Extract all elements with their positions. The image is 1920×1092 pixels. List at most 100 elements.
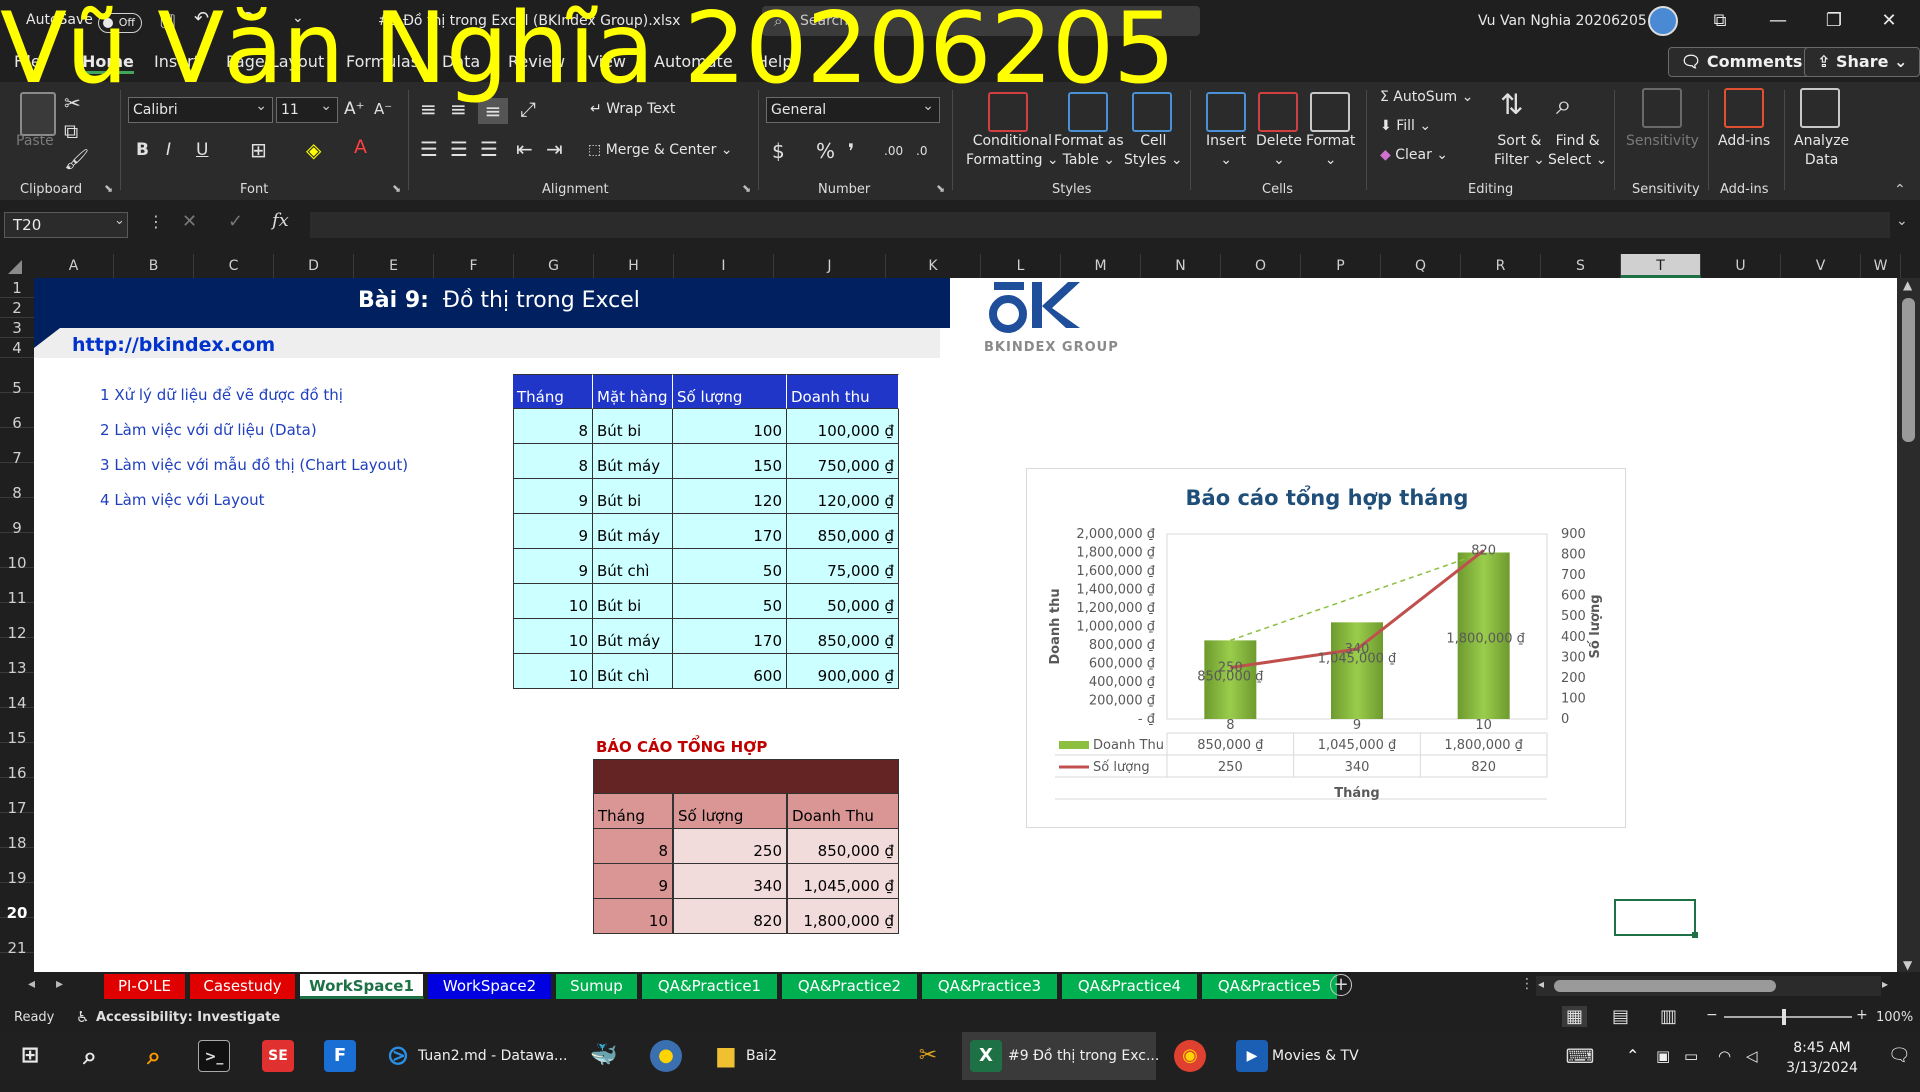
dialog-launcher-icon[interactable]: ⬊ [392, 182, 401, 195]
column-header[interactable]: G [514, 254, 594, 278]
insert-cells-button[interactable]: Insert ⌄ [1206, 132, 1246, 170]
chart-area[interactable]: Báo cáo tổng hợp tháng - ₫ 200,000 ₫ 400,00… [1026, 468, 1626, 828]
row-header[interactable]: 18 [0, 813, 34, 852]
row-header[interactable]: 17 [0, 778, 34, 817]
scroll-up-icon[interactable]: ▲ [1903, 278, 1912, 292]
row-header[interactable]: 16 [0, 743, 34, 782]
add-sheet-icon[interactable]: + [1330, 974, 1352, 996]
app-circle-icon[interactable]: ● [650, 1040, 682, 1072]
cancel-entry-icon[interactable]: ✕ [182, 211, 197, 232]
select-all-corner[interactable] [8, 260, 22, 274]
summary-cell[interactable]: 1,800,000 ₫ [787, 899, 899, 934]
table-cell[interactable]: 150 [673, 444, 787, 479]
analyze-data-button[interactable]: Analyze Data [1794, 132, 1849, 170]
avatar[interactable] [1648, 6, 1678, 36]
align-center-icon[interactable]: ☰ [450, 136, 468, 162]
clock-date[interactable]: 3/13/2024 [1772, 1044, 1872, 1092]
table-cell[interactable]: 170 [673, 514, 787, 549]
sensitivity-button[interactable]: Sensitivity [1626, 132, 1699, 151]
zoom-out-icon[interactable]: − [1706, 1007, 1718, 1023]
table-cell[interactable]: 120 [673, 479, 787, 514]
table-cell[interactable]: 75,000 ₫ [787, 549, 899, 584]
table-cell[interactable]: 9 [513, 514, 593, 549]
row-header[interactable]: 9 [0, 498, 34, 537]
table-cell[interactable]: 750,000 ₫ [787, 444, 899, 479]
worksheet-grid[interactable]: Bài 9: Đồ thị trong Excel http://bkindex… [34, 278, 1897, 972]
column-header[interactable]: R [1461, 254, 1541, 278]
dialog-launcher-icon[interactable]: ⬊ [936, 182, 945, 195]
summary-cell[interactable]: 820 [673, 899, 787, 934]
column-header[interactable]: C [194, 254, 274, 278]
app-tools-icon[interactable]: ✂ [912, 1040, 944, 1072]
summary-cell[interactable]: 8 [593, 829, 673, 864]
movies-tv-icon[interactable]: ▶ [1236, 1040, 1268, 1072]
taskbar-folder[interactable]: Bai2 [746, 1032, 777, 1080]
column-header[interactable]: U [1701, 254, 1781, 278]
table-cell[interactable]: Bút bi [593, 479, 673, 514]
row-header[interactable]: 14 [0, 673, 34, 712]
column-header[interactable]: E [354, 254, 434, 278]
insert-function-icon[interactable]: fx [272, 210, 289, 231]
row-header[interactable]: 5 [0, 358, 34, 397]
table-header-cell[interactable]: Số lượng [673, 374, 787, 409]
hscroll-thumb[interactable] [1554, 980, 1776, 992]
zoom-level[interactable]: 100% [1876, 1010, 1913, 1025]
row-header[interactable]: 12 [0, 603, 34, 642]
column-header[interactable]: I [674, 254, 774, 278]
table-cell[interactable]: 170 [673, 619, 787, 654]
table-cell[interactable]: 850,000 ₫ [787, 619, 899, 654]
cell-styles-button[interactable]: Cell Styles ⌄ [1124, 132, 1183, 170]
column-header[interactable]: K [886, 254, 981, 278]
chrome-icon[interactable]: ◉ [1174, 1040, 1206, 1072]
column-header[interactable]: W [1861, 254, 1901, 278]
table-cell[interactable]: 8 [513, 444, 593, 479]
borders-icon[interactable]: ⊞ [250, 137, 267, 163]
column-header[interactable]: H [594, 254, 674, 278]
copy-icon[interactable]: ⧉ [64, 118, 78, 144]
camera-icon[interactable]: ▣ [1656, 1032, 1670, 1080]
format-as-table-button[interactable]: Format as Table ⌄ [1054, 132, 1124, 170]
table-header-cell[interactable]: Doanh thu [787, 374, 899, 409]
column-header[interactable]: F [434, 254, 514, 278]
search-icon[interactable]: ⌕ [74, 1040, 106, 1072]
column-header[interactable]: L [981, 254, 1061, 278]
taskbar-vscode[interactable]: Tuan2.md - Datawa... [418, 1032, 567, 1080]
page-layout-view-icon[interactable]: ▤ [1612, 1006, 1629, 1027]
volume-icon[interactable]: ◁ [1746, 1032, 1758, 1080]
summary-cell[interactable]: 250 [673, 829, 787, 864]
summary-cell[interactable]: 1,045,000 ₫ [787, 864, 899, 899]
notifications-icon[interactable]: 🗨 [1888, 1032, 1911, 1080]
column-header[interactable]: P [1301, 254, 1381, 278]
dialog-launcher-icon[interactable]: ⬊ [104, 182, 113, 195]
column-header[interactable]: A [34, 254, 114, 278]
scroll-down-icon[interactable]: ▼ [1903, 958, 1912, 972]
italic-icon[interactable]: I [166, 137, 171, 163]
table-cell[interactable]: 9 [513, 479, 593, 514]
row-header[interactable]: 13 [0, 638, 34, 677]
table-cell[interactable]: 50 [673, 584, 787, 619]
chevron-up-icon[interactable]: ⌃ [1626, 1032, 1639, 1080]
table-cell[interactable]: 850,000 ₫ [787, 514, 899, 549]
more-options-icon[interactable]: ⋮ [1520, 976, 1534, 992]
scroll-right-icon[interactable]: ▸ [1882, 977, 1888, 991]
format-painter-icon[interactable]: 🖌 [64, 146, 89, 172]
sheet-tab[interactable]: PI-O'LE [104, 974, 186, 999]
row-header[interactable]: 2 [0, 298, 34, 318]
table-cell[interactable]: Bút máy [593, 514, 673, 549]
magnifier-app-icon[interactable]: ⌕ [138, 1040, 170, 1072]
folder-icon[interactable]: ▆ [710, 1040, 742, 1072]
collapse-ribbon-icon[interactable]: ⌃ [1894, 182, 1906, 198]
accessibility-status[interactable]: Accessibility: Investigate [96, 1010, 280, 1025]
sheet-tab[interactable]: QA&Practice4 [1062, 974, 1198, 999]
column-header[interactable]: V [1781, 254, 1861, 278]
expand-formula-bar-icon[interactable]: ⌄ [1896, 213, 1908, 229]
sheet-tab[interactable]: QA&Practice3 [922, 974, 1058, 999]
table-cell[interactable]: 600 [673, 654, 787, 689]
zoom-in-icon[interactable]: + [1856, 1007, 1868, 1023]
table-cell[interactable]: Bút chì [593, 654, 673, 689]
table-cell[interactable]: Bút bi [593, 584, 673, 619]
summary-cell[interactable]: 10 [593, 899, 673, 934]
row-header[interactable]: 21 [0, 918, 34, 957]
share-button[interactable]: ⇪ Share ⌄ [1804, 47, 1920, 77]
previous-sheet-icon[interactable]: ◂ [28, 976, 35, 992]
